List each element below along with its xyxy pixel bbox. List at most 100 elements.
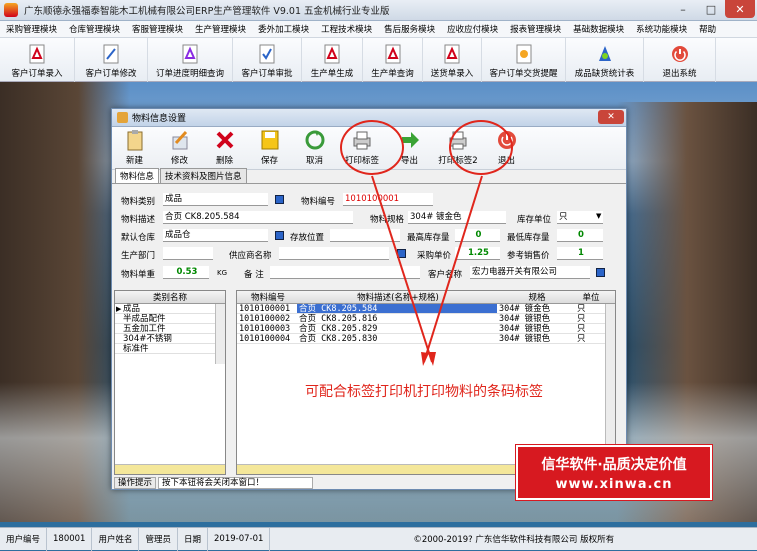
chevron-down-icon[interactable]: ▼ bbox=[596, 212, 601, 220]
dialog-close-button[interactable]: ✕ bbox=[598, 110, 624, 124]
category-row[interactable]: 五金加工件 bbox=[115, 324, 225, 334]
menu-receivable-payable[interactable]: 应收应付模块 bbox=[441, 23, 504, 35]
table-row[interactable]: 1010100002 合页 CK8.205.816 304# 镀银色 只 bbox=[237, 314, 615, 324]
location-field[interactable] bbox=[330, 229, 400, 242]
weight-field[interactable]: 0.53 bbox=[163, 266, 209, 279]
main-toolbar: 客户订单录入 客户订单修改 订单进度明细查询 客户订单审批 生产单生成 生产单查… bbox=[0, 38, 757, 82]
toolbar-production-query-button[interactable]: 生产单查询 bbox=[363, 38, 423, 82]
toolbar-exit-button[interactable]: 退出系统 bbox=[644, 38, 716, 82]
location-label: 存放位置 bbox=[290, 233, 325, 243]
remind-icon bbox=[514, 44, 534, 64]
category-row[interactable]: 304#不锈钢 bbox=[115, 334, 225, 344]
desc-field[interactable]: 合页 CK8.205.584 bbox=[163, 211, 353, 224]
customer-label: 客户名称 bbox=[428, 270, 463, 280]
customer-picker-icon[interactable] bbox=[596, 268, 605, 277]
table-row[interactable]: 1010100004 合页 CK8.205.830 304# 镀银色 只 bbox=[237, 334, 615, 344]
hint-label: 操作提示 bbox=[114, 477, 157, 489]
ref-price-field[interactable]: 1 bbox=[557, 247, 603, 260]
customer-field[interactable]: 宏力电器开关有限公司 bbox=[470, 266, 590, 279]
edit-icon bbox=[169, 129, 191, 151]
material-form: 物料类别 成品 物料编号 1010100001 物料描述 合页 CK8.205.… bbox=[112, 184, 626, 289]
warehouse-picker-icon[interactable] bbox=[275, 231, 284, 240]
cancel-button[interactable]: 取消 bbox=[292, 127, 337, 169]
warehouse-field[interactable]: 成品仓 bbox=[163, 229, 268, 242]
col-header-unit[interactable]: 单位 bbox=[575, 291, 605, 303]
category-picker-icon[interactable] bbox=[275, 195, 284, 204]
edit-button[interactable]: 修改 bbox=[157, 127, 202, 169]
tab-material-info[interactable]: 物料信息 bbox=[115, 168, 160, 183]
menu-reports[interactable]: 报表管理模块 bbox=[504, 23, 567, 35]
col-header-desc[interactable]: 物料描述(名称+规格) bbox=[297, 291, 497, 303]
category-grid-header: 类别名称 bbox=[115, 291, 225, 304]
menu-after-sales[interactable]: 售后服务模块 bbox=[378, 23, 441, 35]
pdf-icon bbox=[27, 44, 47, 64]
max-stock-field[interactable]: 0 bbox=[455, 229, 500, 242]
status-user-name-label: 用户姓名 bbox=[92, 527, 140, 551]
category-row[interactable]: 标准件 bbox=[115, 344, 225, 354]
new-button[interactable]: 新建 bbox=[112, 127, 157, 169]
price-field[interactable]: 1.25 bbox=[455, 247, 500, 260]
dept-label: 生产部门 bbox=[121, 251, 156, 261]
dept-field[interactable] bbox=[163, 247, 213, 260]
status-user-no: 180001 bbox=[47, 527, 93, 551]
edit-doc-icon bbox=[101, 44, 121, 64]
menu-outsourcing[interactable]: 委外加工模块 bbox=[252, 23, 315, 35]
toolbar-shortage-stats-button[interactable]: 成品缺货统计表 bbox=[566, 38, 644, 82]
category-row[interactable]: 半成品配件 bbox=[115, 314, 225, 324]
code-field[interactable]: 1010100001 bbox=[343, 193, 433, 206]
status-user-no-label: 用户编号 bbox=[0, 527, 48, 551]
table-row[interactable]: 1010100001 合页 CK8.205.584 304# 镀金色 只 bbox=[237, 304, 615, 314]
pdf-icon bbox=[322, 44, 342, 64]
material-scrollbar[interactable] bbox=[605, 304, 615, 464]
menu-help[interactable]: 帮助 bbox=[693, 23, 722, 35]
tab-tech-docs[interactable]: 技术资料及图片信息 bbox=[160, 168, 247, 183]
spec-label: 物料规格 bbox=[370, 215, 405, 225]
material-grid-header: 物料编号 物料描述(名称+规格) 规格 单位 bbox=[237, 291, 615, 304]
toolbar-order-entry-button[interactable]: 客户订单录入 bbox=[0, 38, 75, 82]
min-stock-field[interactable]: 0 bbox=[557, 229, 603, 242]
maximize-button[interactable]: □ bbox=[697, 0, 725, 18]
dialog-title: 物料信息设置 bbox=[132, 114, 187, 124]
menu-warehouse[interactable]: 仓库管理模块 bbox=[63, 23, 126, 35]
save-button[interactable]: 保存 bbox=[247, 127, 292, 169]
menu-production[interactable]: 生产管理模块 bbox=[189, 23, 252, 35]
delete-button[interactable]: 删除 bbox=[202, 127, 247, 169]
col-header-code[interactable]: 物料编号 bbox=[237, 291, 297, 303]
menu-base-data[interactable]: 基础数据模块 bbox=[567, 23, 630, 35]
status-date-label: 日期 bbox=[178, 527, 209, 551]
col-header-spec[interactable]: 规格 bbox=[497, 291, 575, 303]
category-footer-bar bbox=[115, 464, 225, 474]
table-row[interactable]: 1010100003 合页 CK8.205.829 304# 镀银色 只 bbox=[237, 324, 615, 334]
supplier-picker-icon[interactable] bbox=[397, 249, 406, 258]
toolbar-order-approve-button[interactable]: 客户订单审批 bbox=[233, 38, 302, 82]
menu-customer-service[interactable]: 客服管理模块 bbox=[126, 23, 189, 35]
pdf-icon bbox=[442, 44, 462, 64]
stats-icon bbox=[595, 44, 615, 64]
toolbar-delivery-entry-button[interactable]: 送货单录入 bbox=[423, 38, 482, 82]
menu-engineering[interactable]: 工程技术模块 bbox=[315, 23, 378, 35]
promo-url: www.xinwa.cn bbox=[555, 476, 673, 492]
cancel-icon bbox=[304, 129, 326, 151]
minimize-button[interactable]: – bbox=[669, 0, 697, 18]
toolbar-delivery-reminder-button[interactable]: 客户订单交货提醒 bbox=[482, 38, 566, 82]
annotation-circle-print bbox=[340, 120, 404, 175]
supplier-field[interactable] bbox=[279, 247, 389, 260]
spec-field[interactable]: 304# 镀金色 bbox=[408, 211, 506, 224]
promo-slogan: 信华软件·品质决定价值 bbox=[541, 456, 687, 473]
clipboard-icon bbox=[124, 129, 146, 151]
menu-system[interactable]: 系统功能模块 bbox=[630, 23, 693, 35]
category-scrollbar[interactable] bbox=[215, 304, 225, 364]
category-row[interactable]: ▶ 成品 bbox=[115, 304, 225, 314]
toolbar-order-progress-button[interactable]: 订单进度明细查询 bbox=[148, 38, 233, 82]
note-field[interactable] bbox=[270, 266, 420, 279]
toolbar-order-edit-button[interactable]: 客户订单修改 bbox=[75, 38, 148, 82]
category-grid: 类别名称 ▶ 成品 半成品配件 五金加工件 304#不锈钢 标准件 bbox=[114, 290, 226, 475]
toolbar-production-create-button[interactable]: 生产单生成 bbox=[302, 38, 363, 82]
promo-banner: 信华软件·品质决定价值 www.xinwa.cn bbox=[516, 445, 712, 500]
desc-label: 物料描述 bbox=[121, 215, 156, 225]
close-button[interactable]: ✕ bbox=[725, 0, 755, 18]
menu-purchase[interactable]: 采购管理模块 bbox=[0, 23, 63, 35]
status-user-name: 管理员 bbox=[139, 527, 178, 551]
category-field[interactable]: 成品 bbox=[163, 193, 268, 206]
max-stock-label: 最高库存量 bbox=[407, 233, 450, 243]
